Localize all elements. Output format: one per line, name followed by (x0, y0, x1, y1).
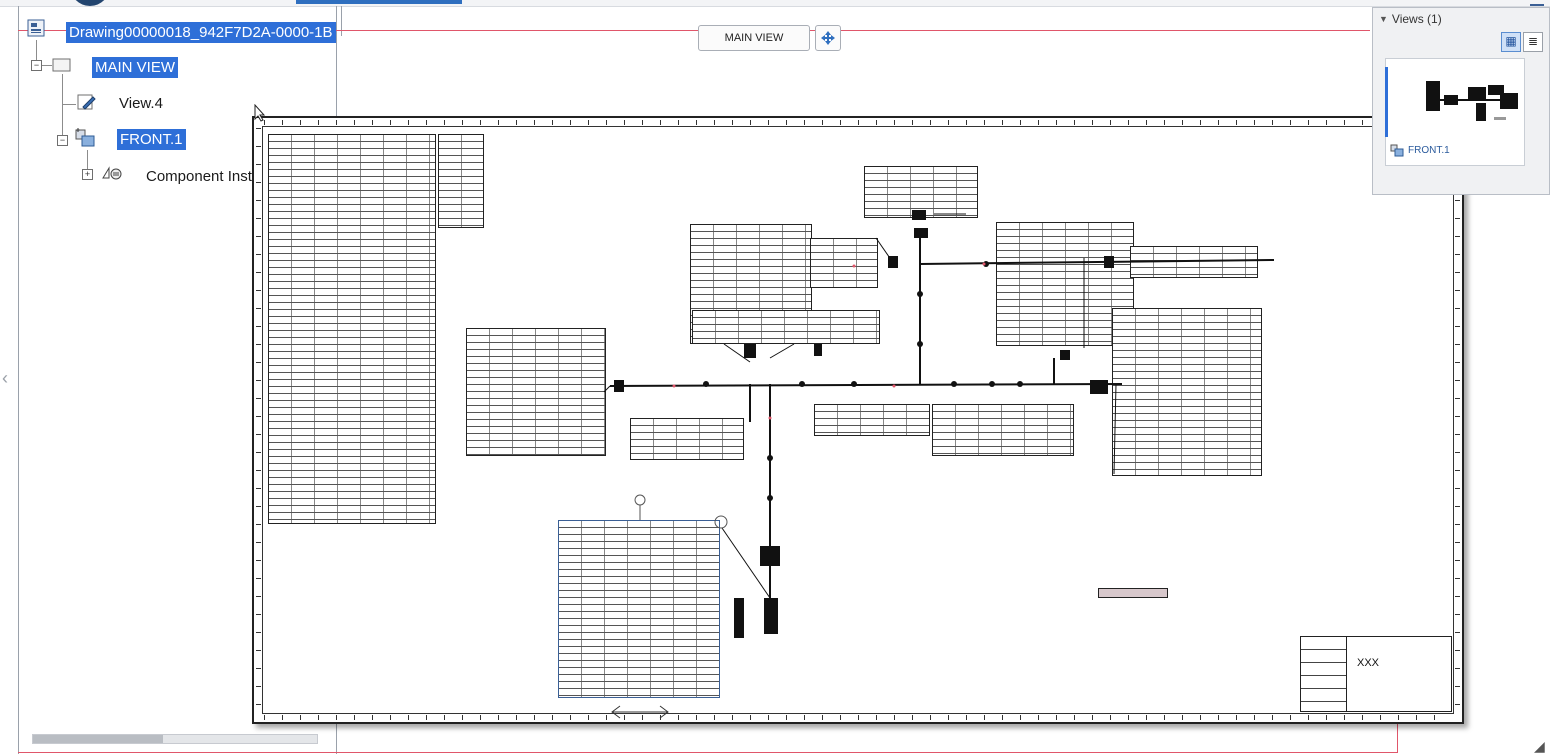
views-panel-header[interactable]: ▼ Views (1) (1373, 8, 1549, 30)
tree-item-main-view[interactable]: MAIN VIEW (92, 57, 179, 78)
divider-notch (341, 6, 342, 36)
collapse-main-view-toggle[interactable]: − (31, 60, 42, 71)
grid-icon: ▦ (1505, 34, 1517, 48)
front-view-icon[interactable] (74, 126, 98, 153)
collapse-front1-toggle[interactable]: − (57, 135, 68, 146)
scrollbar-thumb[interactable] (33, 735, 163, 743)
view-selector[interactable]: MAIN VIEW (698, 25, 810, 51)
drawing-sheet[interactable]: XXX (252, 116, 1464, 724)
view-thumbnail-front1[interactable]: FRONT.1 (1385, 58, 1525, 166)
top-toolbar-strip (0, 0, 1550, 7)
active-tab-indicator[interactable] (296, 0, 462, 4)
main-view-label[interactable]: MAIN VIEW (92, 57, 179, 78)
frame-bottom-line (18, 752, 1398, 753)
tree-panel-left-edge (18, 6, 19, 754)
thumbnail-label: FRONT.1 (1408, 145, 1450, 156)
front1-label[interactable]: FRONT.1 (117, 129, 186, 150)
views-panel-title: Views (1) (1391, 12, 1442, 26)
tree-connector (62, 104, 76, 105)
title-block-grid (1301, 637, 1347, 711)
thumbnail-preview (1426, 81, 1518, 121)
list-icon: ≣ (1527, 34, 1539, 48)
view-pan-button[interactable] (815, 25, 841, 51)
tree-connector (62, 74, 63, 140)
app-logo (70, 0, 110, 6)
list-view-button[interactable]: ≣ (1523, 32, 1543, 52)
resize-grip-icon[interactable]: ◢ (1534, 738, 1545, 755)
minimize-icon[interactable] (1530, 0, 1544, 6)
tree-connector (42, 65, 52, 66)
triangle-down-icon[interactable]: ▼ (1379, 14, 1388, 24)
title-block-text: XXX (1357, 657, 1380, 669)
thumbnail-selection-bar (1385, 67, 1388, 137)
tree-item-view4[interactable]: View.4 (116, 93, 166, 114)
tree-root-drawing[interactable]: Drawing00000018_942F7D2A-0000-1B (66, 22, 336, 43)
move-icon (821, 31, 835, 45)
view-selector-label: MAIN VIEW (724, 32, 784, 44)
tree-horizontal-scrollbar[interactable] (32, 734, 318, 744)
harness-diagram[interactable] (254, 118, 1462, 722)
grid-view-button[interactable]: ▦ (1501, 32, 1521, 52)
mouse-cursor-icon (254, 103, 266, 127)
views-panel[interactable]: ▼ Views (1) ▦ ≣ FRONT.1 (1372, 7, 1550, 195)
tree-item-front1[interactable]: FRONT.1 (117, 129, 186, 150)
front-view-icon (1390, 143, 1404, 162)
component-instances-icon[interactable] (100, 164, 126, 189)
expand-component-instances-toggle[interactable]: + (82, 169, 93, 180)
pencil-view-icon[interactable] (76, 92, 98, 117)
title-block[interactable]: XXX (1300, 636, 1452, 712)
view4-label[interactable]: View.4 (116, 93, 166, 114)
tree-root-label[interactable]: Drawing00000018_942F7D2A-0000-1B (66, 22, 336, 43)
chevron-left-icon[interactable]: ‹ (2, 368, 8, 389)
